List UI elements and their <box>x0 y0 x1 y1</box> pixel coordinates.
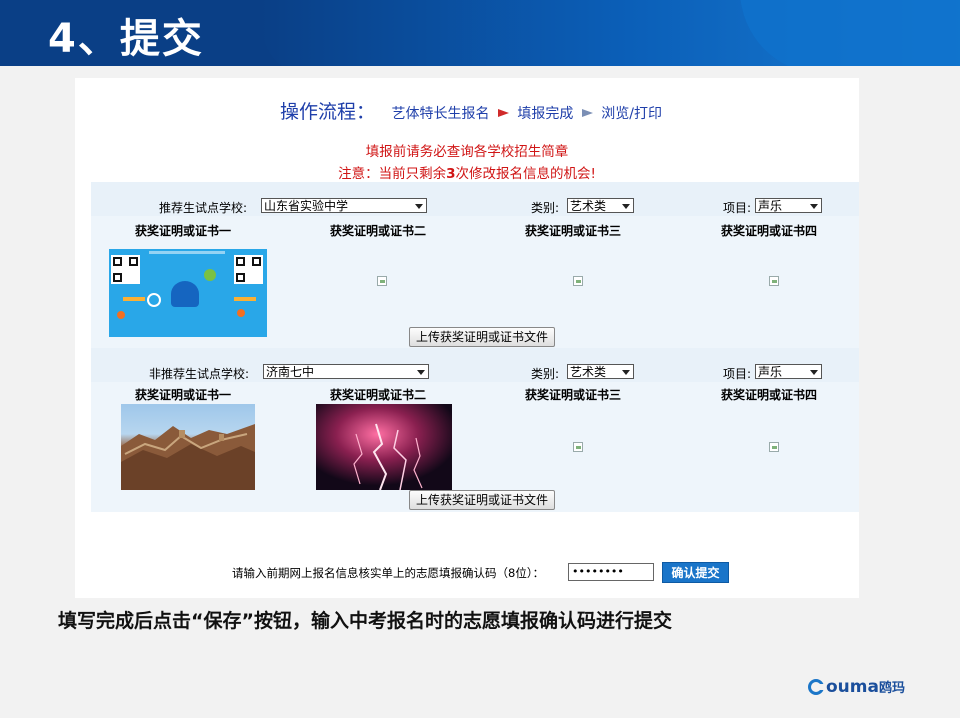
broken-image-icon <box>377 276 387 286</box>
cert-title-1: 获奖证明或证书一 <box>135 224 232 238</box>
cert-title-2: 获奖证明或证书二 <box>330 388 427 402</box>
cert-title-1: 获奖证明或证书一 <box>135 388 232 402</box>
broken-image-icon <box>573 276 583 286</box>
category-label: 类别: <box>531 201 560 215</box>
cert-image-great-wall <box>121 404 255 490</box>
item-select[interactable]: 声乐 <box>755 198 822 213</box>
school-select[interactable]: 山东省实验中学 <box>261 198 427 213</box>
cert-image-1 <box>109 249 267 337</box>
school-label: 非推荐生试点学校: <box>149 367 250 381</box>
cert-title-4: 获奖证明或证书四 <box>721 224 818 238</box>
chevron-down-icon <box>622 370 630 375</box>
broken-image-icon <box>573 442 583 452</box>
notice-line-2: 注意：当前只剩余3次修改报名信息的机会! <box>338 166 596 182</box>
confirm-code-prompt: 请输入前期网上报名信息核实单上的志愿填报确认码（8位）： <box>232 566 545 580</box>
chevron-down-icon <box>417 370 425 375</box>
qr-code-icon <box>234 255 263 284</box>
arrow-right-icon <box>581 109 593 117</box>
upload-cert-button[interactable]: 上传获奖证明或证书文件 <box>409 490 556 510</box>
cert-title-4: 获奖证明或证书四 <box>721 388 818 402</box>
cert-title-2: 获奖证明或证书二 <box>330 224 427 238</box>
cert-title-3: 获奖证明或证书三 <box>525 224 622 238</box>
category-select[interactable]: 艺术类 <box>567 198 634 213</box>
flow-step-print[interactable]: 浏览/打印 <box>601 106 662 122</box>
user-icon <box>171 281 199 307</box>
school-select[interactable]: 济南七中 <box>263 364 429 379</box>
ouma-logo: ouma鸥玛 <box>808 676 905 697</box>
notice-line-1: 填报前请务必查询各学校招生简章 <box>365 144 569 160</box>
chevron-down-icon <box>622 204 630 209</box>
process-flow: 操作流程： 艺体特长生报名 填报完成 浏览/打印 <box>280 97 662 124</box>
item-label: 项目: <box>723 367 752 381</box>
flow-step-complete[interactable]: 填报完成 <box>517 106 573 122</box>
broken-image-icon <box>769 442 779 452</box>
confirm-submit-button[interactable]: 确认提交 <box>662 562 729 583</box>
logo-icon <box>808 678 825 695</box>
category-select[interactable]: 艺术类 <box>567 364 634 379</box>
school-row: 推荐生试点学校: 山东省实验中学 类别: 艺术类 项目: 声乐 <box>91 182 859 216</box>
slide-caption: 填写完成后点击“保存”按钮，输入中考报名时的志愿填报确认码进行提交 <box>58 610 672 632</box>
category-label: 类别: <box>531 367 560 381</box>
flow-label: 操作流程： <box>280 101 376 123</box>
broken-image-icon <box>769 276 779 286</box>
item-select[interactable]: 声乐 <box>755 364 822 379</box>
chevron-down-icon <box>810 204 818 209</box>
confirm-code-input[interactable]: •••••••• <box>568 563 654 581</box>
chevron-down-icon <box>415 204 423 209</box>
school-row: 非推荐生试点学校: 济南七中 类别: 艺术类 项目: 声乐 <box>91 348 859 382</box>
school-label: 推荐生试点学校: <box>159 201 248 215</box>
cert-title-3: 获奖证明或证书三 <box>525 388 622 402</box>
arrow-right-icon <box>497 109 509 117</box>
slide-title: 4、提交 <box>48 16 204 62</box>
chevron-down-icon <box>810 370 818 375</box>
flow-step-register[interactable]: 艺体特长生报名 <box>391 106 489 122</box>
qr-code-icon <box>111 255 140 284</box>
upload-cert-button[interactable]: 上传获奖证明或证书文件 <box>409 327 556 347</box>
item-label: 项目: <box>723 201 752 215</box>
registration-form-screenshot: 操作流程： 艺体特长生报名 填报完成 浏览/打印 填报前请务必查询各学校招生简章… <box>75 78 859 598</box>
cert-image-lightning <box>316 404 452 490</box>
